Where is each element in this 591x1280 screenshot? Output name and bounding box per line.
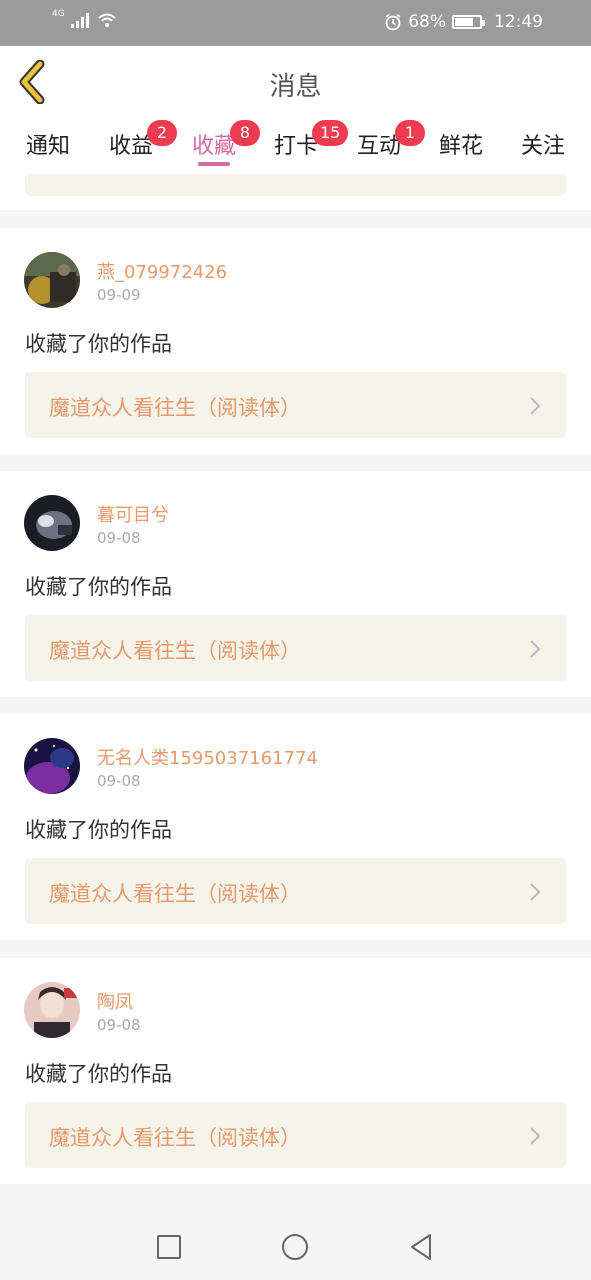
tab-label: 打卡 — [273, 134, 318, 159]
back-icon — [411, 1234, 431, 1260]
message-text: 收藏了你的作品 — [25, 575, 172, 599]
user-name[interactable]: 陶凤 — [97, 988, 133, 1014]
page-title: 消息 — [269, 72, 322, 102]
tab-bar: 通知 收益 2 收藏 8 打卡 15 互动 1 鲜花 关注 — [0, 116, 591, 174]
list-item-partial — [0, 174, 591, 210]
tab-follow[interactable]: 关注 — [519, 128, 567, 174]
avatar[interactable] — [24, 738, 80, 794]
tab-checkin[interactable]: 打卡 15 — [272, 120, 349, 174]
message-date: 09-08 — [97, 529, 141, 547]
message-text: 收藏了你的作品 — [25, 332, 172, 356]
tab-label: 收藏 — [191, 134, 236, 159]
active-tab-indicator — [198, 162, 230, 166]
wifi-icon — [98, 13, 116, 27]
list-item: 无名人类1595037161774 09-08 收藏了你的作品 魔道众人看往生（… — [0, 714, 591, 940]
chevron-right-icon — [530, 397, 541, 415]
status-left: 4G — [52, 9, 117, 28]
back-nav-button[interactable] — [406, 1232, 436, 1262]
chevron-right-icon — [530, 883, 541, 901]
battery-icon — [452, 15, 485, 29]
tab-income[interactable]: 收益 2 — [107, 120, 177, 174]
unread-badge: 15 — [312, 120, 349, 146]
message-date: 09-08 — [97, 772, 141, 790]
tab-label: 鲜花 — [438, 134, 483, 159]
battery-percent: 68% — [408, 12, 446, 32]
unread-badge: 8 — [230, 120, 260, 146]
work-link[interactable]: 魔道众人看往生（阅读体） — [25, 1102, 566, 1168]
work-title: 魔道众人看往生（阅读体） — [49, 396, 301, 420]
work-title: 魔道众人看往生（阅读体） — [49, 1126, 301, 1150]
message-date: 09-08 — [97, 1016, 141, 1034]
tab-label: 收益 — [108, 134, 153, 159]
header: 消息 — [0, 46, 591, 116]
avatar[interactable] — [24, 495, 80, 551]
tab-flowers[interactable]: 鲜花 — [437, 128, 485, 174]
chevron-right-icon — [530, 1127, 541, 1145]
recent-apps-icon — [157, 1235, 181, 1259]
tab-notice[interactable]: 通知 — [24, 128, 72, 174]
user-name[interactable]: 燕_079972426 — [97, 258, 227, 284]
work-title: 魔道众人看往生（阅读体） — [49, 882, 301, 906]
home-icon — [282, 1234, 308, 1260]
avatar[interactable] — [24, 982, 80, 1038]
message-date: 09-09 — [97, 286, 141, 304]
chevron-right-icon — [530, 640, 541, 658]
tab-label: 通知 — [25, 134, 70, 159]
work-link[interactable]: 魔道众人看往生（阅读体） — [25, 372, 566, 438]
work-link[interactable]: 魔道众人看往生（阅读体） — [25, 615, 566, 681]
status-bar: 4G 68% 12:49 — [0, 0, 591, 46]
message-text: 收藏了你的作品 — [25, 1062, 172, 1086]
user-name[interactable]: 无名人类1595037161774 — [97, 744, 318, 770]
message-list[interactable]: 燕_079972426 09-09 收藏了你的作品 魔道众人看往生（阅读体） 暮… — [0, 174, 591, 1214]
tab-favorites[interactable]: 收藏 8 — [190, 120, 260, 174]
list-item: 燕_079972426 09-09 收藏了你的作品 魔道众人看往生（阅读体） — [0, 228, 591, 454]
alarm-icon — [385, 13, 401, 31]
unread-badge: 1 — [395, 120, 425, 146]
system-nav-bar — [0, 1214, 591, 1280]
avatar[interactable] — [24, 252, 80, 308]
work-title: 魔道众人看往生（阅读体） — [49, 639, 301, 663]
work-link-partial[interactable] — [25, 174, 566, 196]
signal-icon — [70, 13, 89, 28]
message-text: 收藏了你的作品 — [25, 818, 172, 842]
home-button[interactable] — [280, 1232, 310, 1262]
clock: 12:49 — [494, 12, 543, 32]
status-right: 68% 12:49 — [384, 12, 543, 32]
recent-apps-button[interactable] — [154, 1232, 184, 1262]
user-name[interactable]: 暮可目兮 — [97, 501, 169, 527]
tab-label: 互动 — [356, 134, 401, 159]
list-item: 暮可目兮 09-08 收藏了你的作品 魔道众人看往生（阅读体） — [0, 471, 591, 697]
network-type: 4G — [52, 9, 65, 19]
work-link[interactable]: 魔道众人看往生（阅读体） — [25, 858, 566, 924]
tab-label: 关注 — [520, 134, 565, 159]
list-item: 陶凤 09-08 收藏了你的作品 魔道众人看往生（阅读体） — [0, 958, 591, 1184]
tab-interaction[interactable]: 互动 1 — [355, 120, 425, 174]
unread-badge: 2 — [147, 120, 177, 146]
